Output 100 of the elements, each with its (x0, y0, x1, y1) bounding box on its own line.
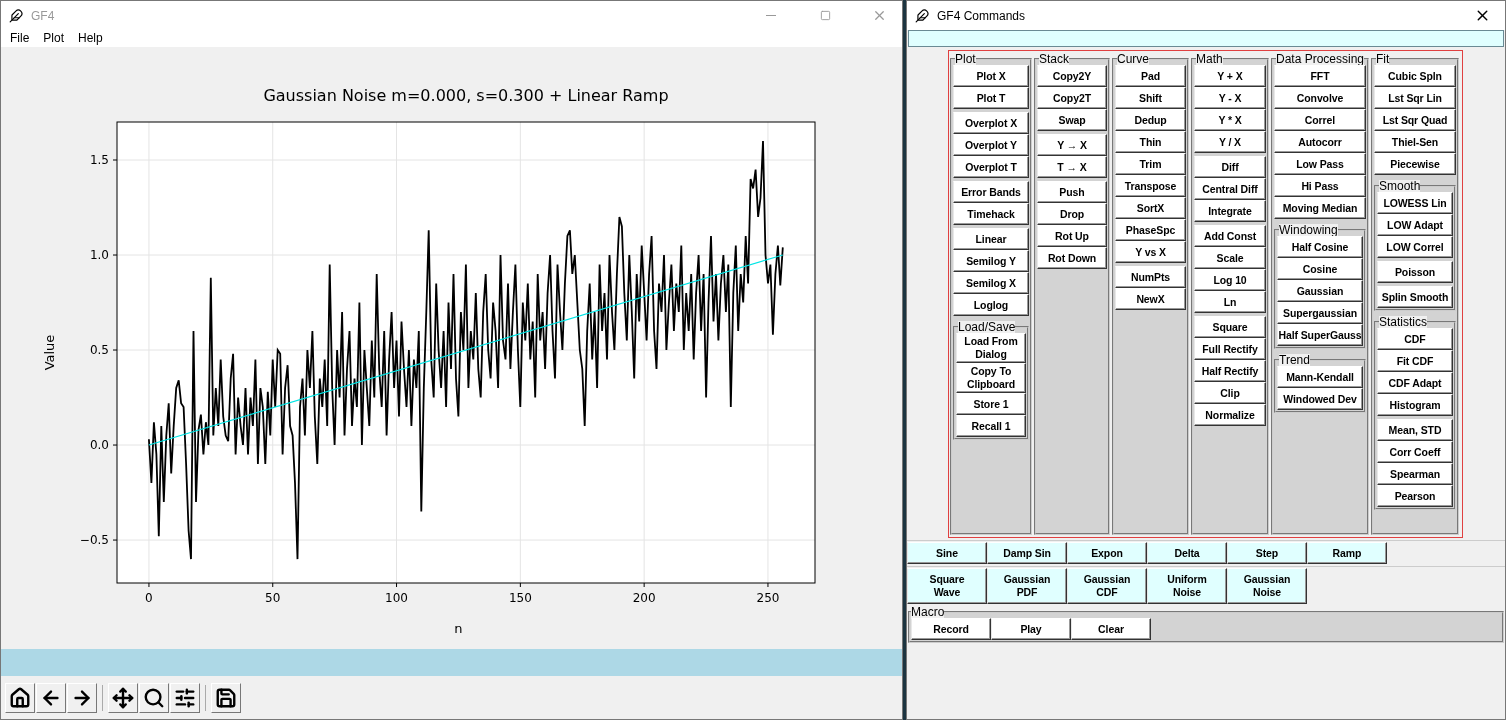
command-button[interactable]: Full Rectify (1194, 338, 1266, 360)
command-field[interactable] (908, 30, 1504, 47)
command-button[interactable]: Semilog Y (953, 250, 1029, 272)
command-button[interactable]: Half SuperGauss (1277, 324, 1363, 346)
command-button[interactable]: Gaussian CDF (1067, 568, 1147, 604)
command-button[interactable]: Square (1194, 316, 1266, 338)
command-button[interactable]: Sine (907, 542, 987, 564)
command-button[interactable]: Add Const (1194, 225, 1266, 247)
command-button[interactable]: Spearman (1377, 463, 1453, 485)
command-button[interactable]: Splin Smooth (1377, 286, 1453, 308)
command-button[interactable]: Dedup (1115, 109, 1186, 131)
command-button[interactable]: Half Rectify (1194, 360, 1266, 382)
command-button[interactable]: LOW Adapt (1377, 214, 1453, 236)
command-button[interactable]: Shift (1115, 87, 1186, 109)
command-button[interactable]: Half Cosine (1277, 236, 1363, 258)
command-button[interactable]: Swap (1037, 109, 1107, 131)
command-button[interactable]: Plot T (953, 87, 1029, 109)
command-button[interactable]: Recall 1 (956, 415, 1026, 437)
command-button[interactable]: Hi Pass (1274, 175, 1366, 197)
command-button[interactable]: Poisson (1377, 261, 1453, 283)
command-button[interactable]: Ramp (1307, 542, 1387, 564)
command-button[interactable]: SortX (1115, 197, 1186, 219)
command-button[interactable]: Step (1227, 542, 1307, 564)
command-button[interactable]: Convolve (1274, 87, 1366, 109)
command-button[interactable]: PhaseSpc (1115, 219, 1186, 241)
command-button[interactable]: Drop (1037, 203, 1107, 225)
command-button[interactable]: Correl (1274, 109, 1366, 131)
command-button[interactable]: Thiel-Sen (1374, 131, 1456, 153)
command-button[interactable]: Linear (953, 228, 1029, 250)
command-button[interactable]: Trim (1115, 153, 1186, 175)
command-button[interactable]: Normalize (1194, 404, 1266, 426)
command-button[interactable]: Gaussian (1277, 280, 1363, 302)
command-button[interactable]: Uniform Noise (1147, 568, 1227, 604)
menu-item[interactable]: File (3, 30, 37, 47)
command-button[interactable]: Mann-Kendall (1277, 366, 1363, 388)
command-button[interactable]: Corr Coeff (1377, 441, 1453, 463)
toolbar-button[interactable] (108, 683, 138, 713)
command-button[interactable]: Y * X (1194, 109, 1266, 131)
command-button[interactable]: Damp Sin (987, 542, 1067, 564)
command-button[interactable]: Clear (1071, 618, 1151, 640)
command-button[interactable]: Lst Sqr Lin (1374, 87, 1456, 109)
command-button[interactable]: Overplot Y (953, 134, 1029, 156)
command-button[interactable]: FFT (1274, 65, 1366, 87)
command-button[interactable]: Rot Up (1037, 225, 1107, 247)
command-button[interactable]: Copy2T (1037, 87, 1107, 109)
command-button[interactable]: Gaussian Noise (1227, 568, 1307, 604)
command-button[interactable]: Copy To Clipboard (956, 363, 1026, 393)
command-button[interactable]: Delta (1147, 542, 1227, 564)
command-button[interactable]: Overplot X (953, 112, 1029, 134)
command-button[interactable]: Expon (1067, 542, 1147, 564)
command-button[interactable]: CDF Adapt (1377, 372, 1453, 394)
command-button[interactable]: Supergaussian (1277, 302, 1363, 324)
command-button[interactable]: Semilog X (953, 272, 1029, 294)
command-button[interactable]: NewX (1115, 288, 1186, 310)
command-button[interactable]: T → X (1037, 156, 1107, 178)
command-button[interactable]: Record (911, 618, 991, 640)
command-button[interactable]: Loglog (953, 294, 1029, 316)
command-button[interactable]: Rot Down (1037, 247, 1107, 269)
command-button[interactable]: Store 1 (956, 393, 1026, 415)
command-button[interactable]: Clip (1194, 382, 1266, 404)
command-button[interactable]: Mean, STD (1377, 419, 1453, 441)
toolbar-button[interactable] (67, 683, 97, 713)
command-button[interactable]: Cubic Spln (1374, 65, 1456, 87)
command-button[interactable]: Pearson (1377, 485, 1453, 507)
command-button[interactable]: Y / X (1194, 131, 1266, 153)
command-button[interactable]: Autocorr (1274, 131, 1366, 153)
command-button[interactable]: Windowed Dev (1277, 388, 1363, 410)
command-button[interactable]: Transpose (1115, 175, 1186, 197)
command-button[interactable]: Timehack (953, 203, 1029, 225)
command-button[interactable]: Moving Median (1274, 197, 1366, 219)
toolbar-button[interactable] (211, 683, 241, 713)
command-button[interactable]: CDF (1377, 328, 1453, 350)
command-button[interactable]: NumPts (1115, 266, 1186, 288)
command-button[interactable]: Y vs X (1115, 241, 1186, 263)
toolbar-button[interactable] (5, 683, 35, 713)
command-button[interactable]: Play (991, 618, 1071, 640)
command-button[interactable]: Central Diff (1194, 178, 1266, 200)
command-button[interactable]: LOW Correl (1377, 236, 1453, 258)
command-button[interactable]: Piecewise (1374, 153, 1456, 175)
command-button[interactable]: Gaussian PDF (987, 568, 1067, 604)
command-button[interactable]: Thin (1115, 131, 1186, 153)
command-button[interactable]: Scale (1194, 247, 1266, 269)
toolbar-button[interactable] (139, 683, 169, 713)
command-button[interactable]: Y → X (1037, 134, 1107, 156)
command-button[interactable]: LOWESS Lin (1377, 192, 1453, 214)
command-button[interactable]: Log 10 (1194, 269, 1266, 291)
toolbar-button[interactable] (36, 683, 66, 713)
command-button[interactable]: Low Pass (1274, 153, 1366, 175)
toolbar-button[interactable] (170, 683, 200, 713)
command-button[interactable]: Overplot T (953, 156, 1029, 178)
menu-item[interactable]: Plot (36, 30, 72, 47)
command-button[interactable]: Ln (1194, 291, 1266, 313)
command-button[interactable]: Square Wave (907, 568, 987, 604)
command-button[interactable]: Diff (1194, 156, 1266, 178)
command-button[interactable]: Plot X (953, 65, 1029, 87)
command-button[interactable]: Lst Sqr Quad (1374, 109, 1456, 131)
command-button[interactable]: Load From Dialog (956, 333, 1026, 363)
command-button[interactable]: Histogram (1377, 394, 1453, 416)
command-button[interactable]: Push (1037, 181, 1107, 203)
command-button[interactable]: Y + X (1194, 65, 1266, 87)
